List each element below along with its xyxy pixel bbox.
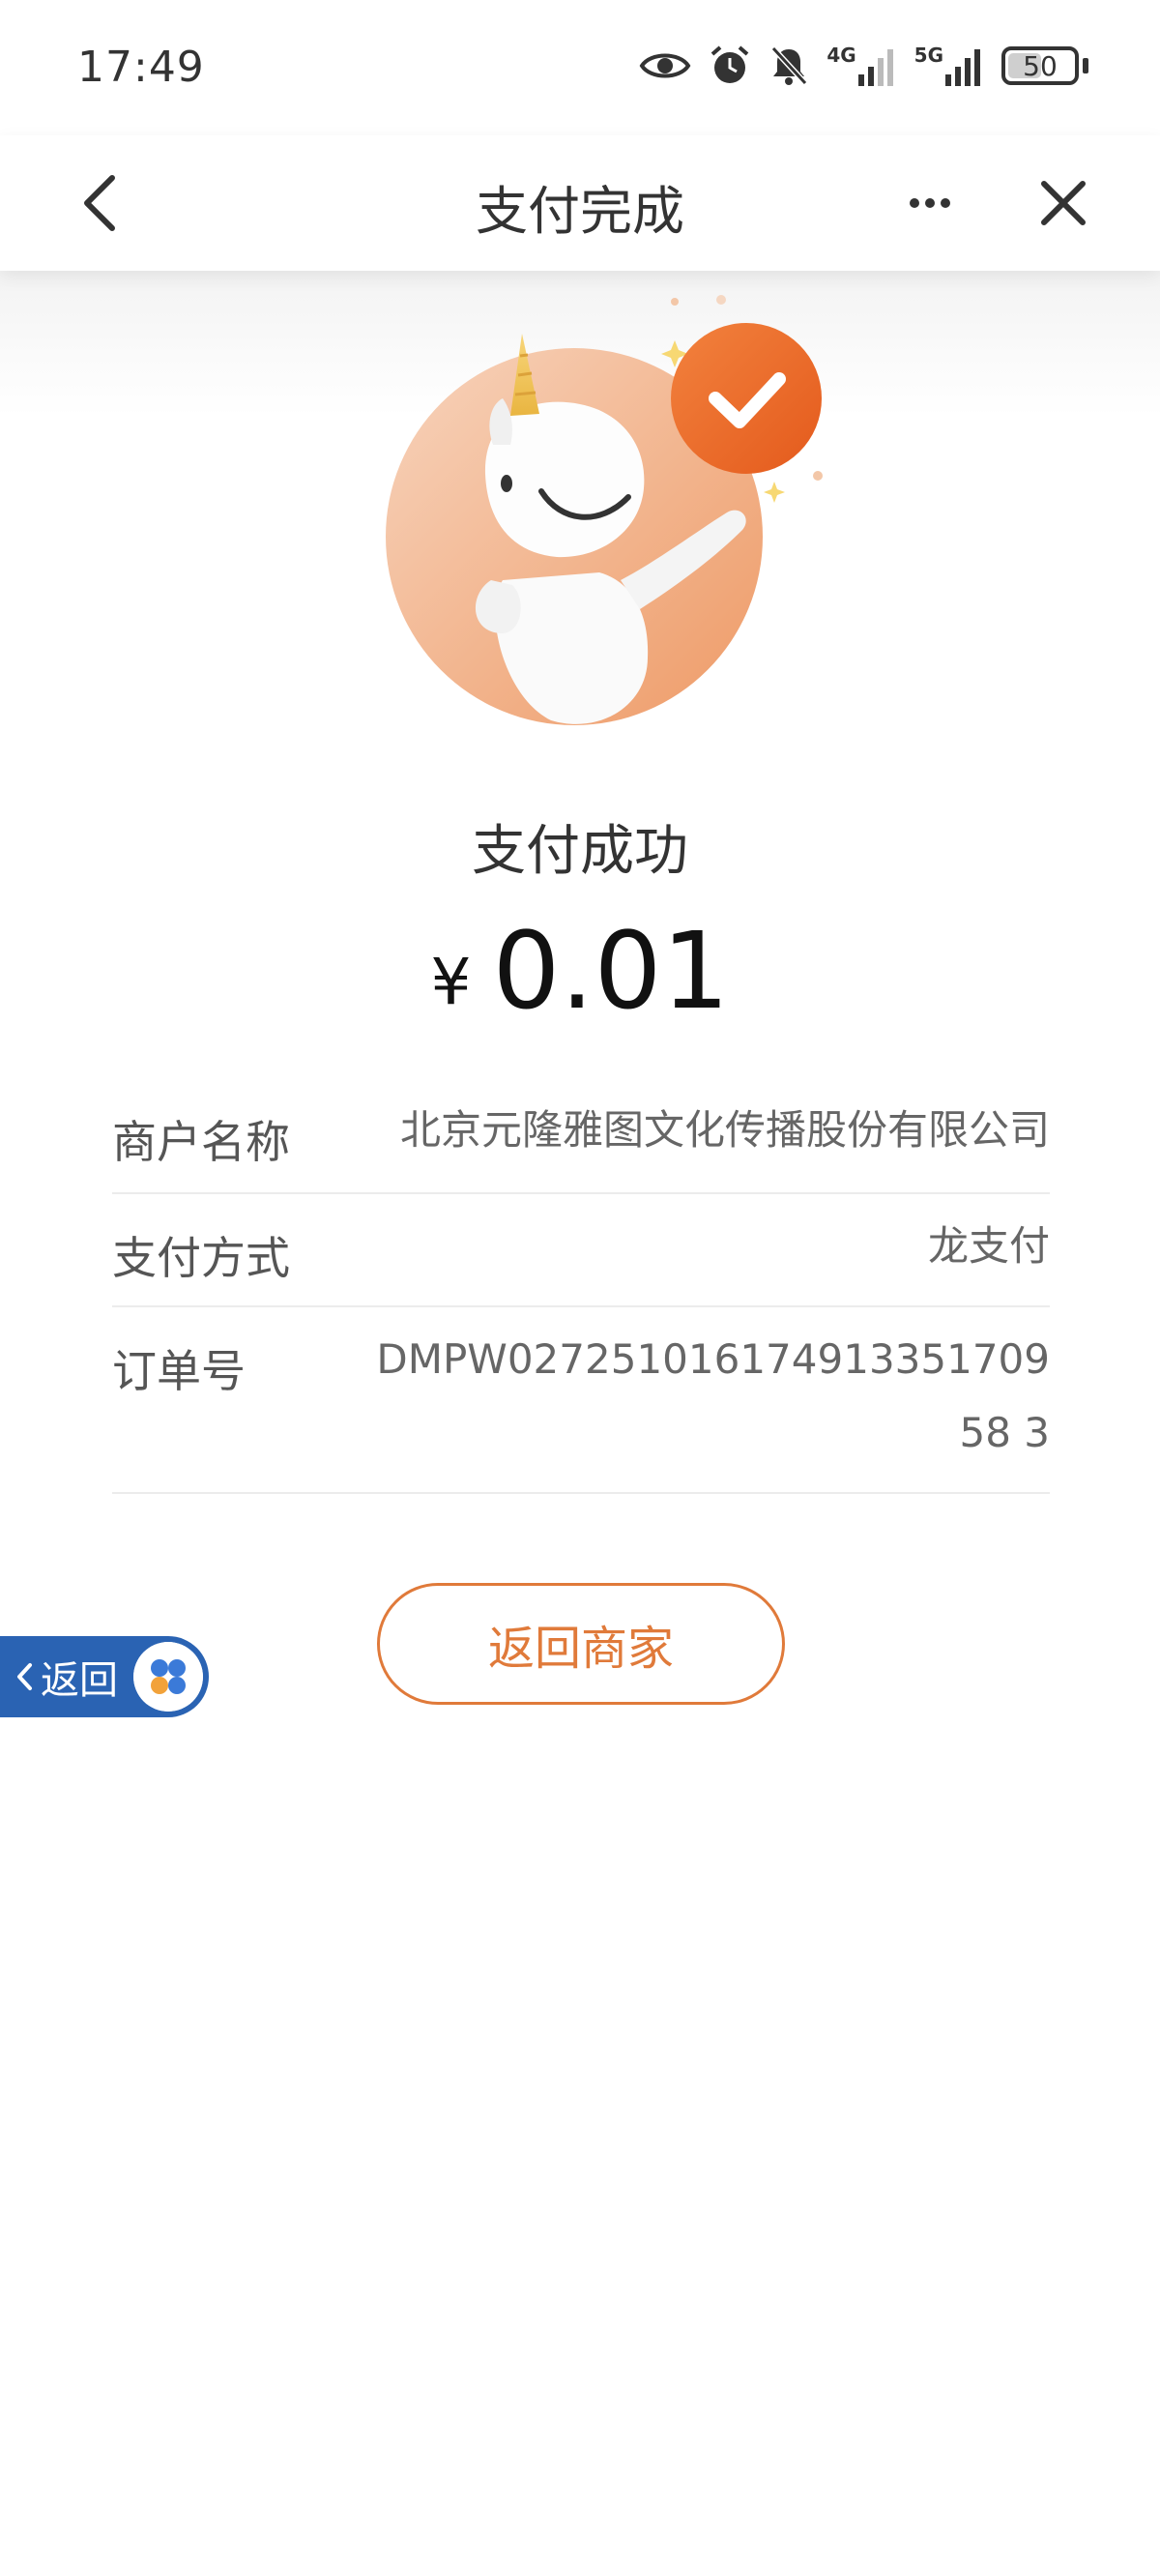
detail-row-payment-method: 支付方式 龙支付: [112, 1194, 1050, 1307]
check-badge-icon: [671, 323, 822, 474]
result-title: 支付成功: [472, 820, 688, 883]
unicorn-illustration: [386, 295, 823, 725]
battery-percent: 50: [1023, 49, 1058, 82]
payment-method-value: 龙支付: [927, 1222, 1050, 1270]
page-title: 支付完成: [476, 181, 684, 242]
bell-off-icon: [771, 45, 808, 86]
merchant-label: 商户名称: [112, 1116, 290, 1168]
network-4g-label: 4G: [826, 44, 856, 67]
app-logo-icon: [133, 1642, 203, 1712]
more-icon[interactable]: [891, 164, 969, 242]
status-time: 17:49: [77, 43, 205, 92]
network-5g-label: 5G: [914, 44, 943, 67]
payment-amount: ¥0.01: [0, 909, 1160, 1033]
nav-bar: 支付完成: [0, 135, 1160, 271]
return-to-merchant-button[interactable]: 返回商家: [377, 1583, 785, 1705]
signal-4g-icon: 4G: [826, 45, 896, 86]
payment-method-label: 支付方式: [112, 1232, 290, 1284]
battery-icon: 50: [1001, 46, 1079, 85]
floating-back-label: 返回: [41, 1658, 118, 1703]
currency-symbol: ¥: [430, 945, 472, 1019]
status-icons: 4G 5G 50: [639, 44, 1088, 87]
amount-value: 0.01: [492, 909, 730, 1033]
order-number-label: 订单号: [112, 1345, 246, 1397]
status-bar: 17:49 4G 5G 50: [0, 0, 1160, 135]
detail-row-merchant: 商户名称 北京元隆雅图文化传播股份有限公司: [112, 1078, 1050, 1194]
chevron-left-icon: [17, 1663, 32, 1690]
eye-icon: [639, 53, 691, 78]
close-icon[interactable]: [1025, 164, 1102, 242]
alarm-icon: [710, 45, 749, 83]
detail-row-order-number: 订单号 DMPW02725101617491335170958 3: [112, 1307, 1050, 1494]
battery-tip: [1083, 58, 1088, 73]
floating-back-button[interactable]: 返回: [0, 1636, 209, 1717]
order-number-value: DMPW02725101617491335170958 3: [376, 1335, 1050, 1456]
payment-details: 商户名称 北京元隆雅图文化传播股份有限公司 支付方式 龙支付 订单号 DMPW0…: [112, 1078, 1050, 1494]
signal-5g-icon: 5G: [914, 45, 984, 86]
merchant-value: 北京元隆雅图文化传播股份有限公司: [399, 1106, 1050, 1154]
